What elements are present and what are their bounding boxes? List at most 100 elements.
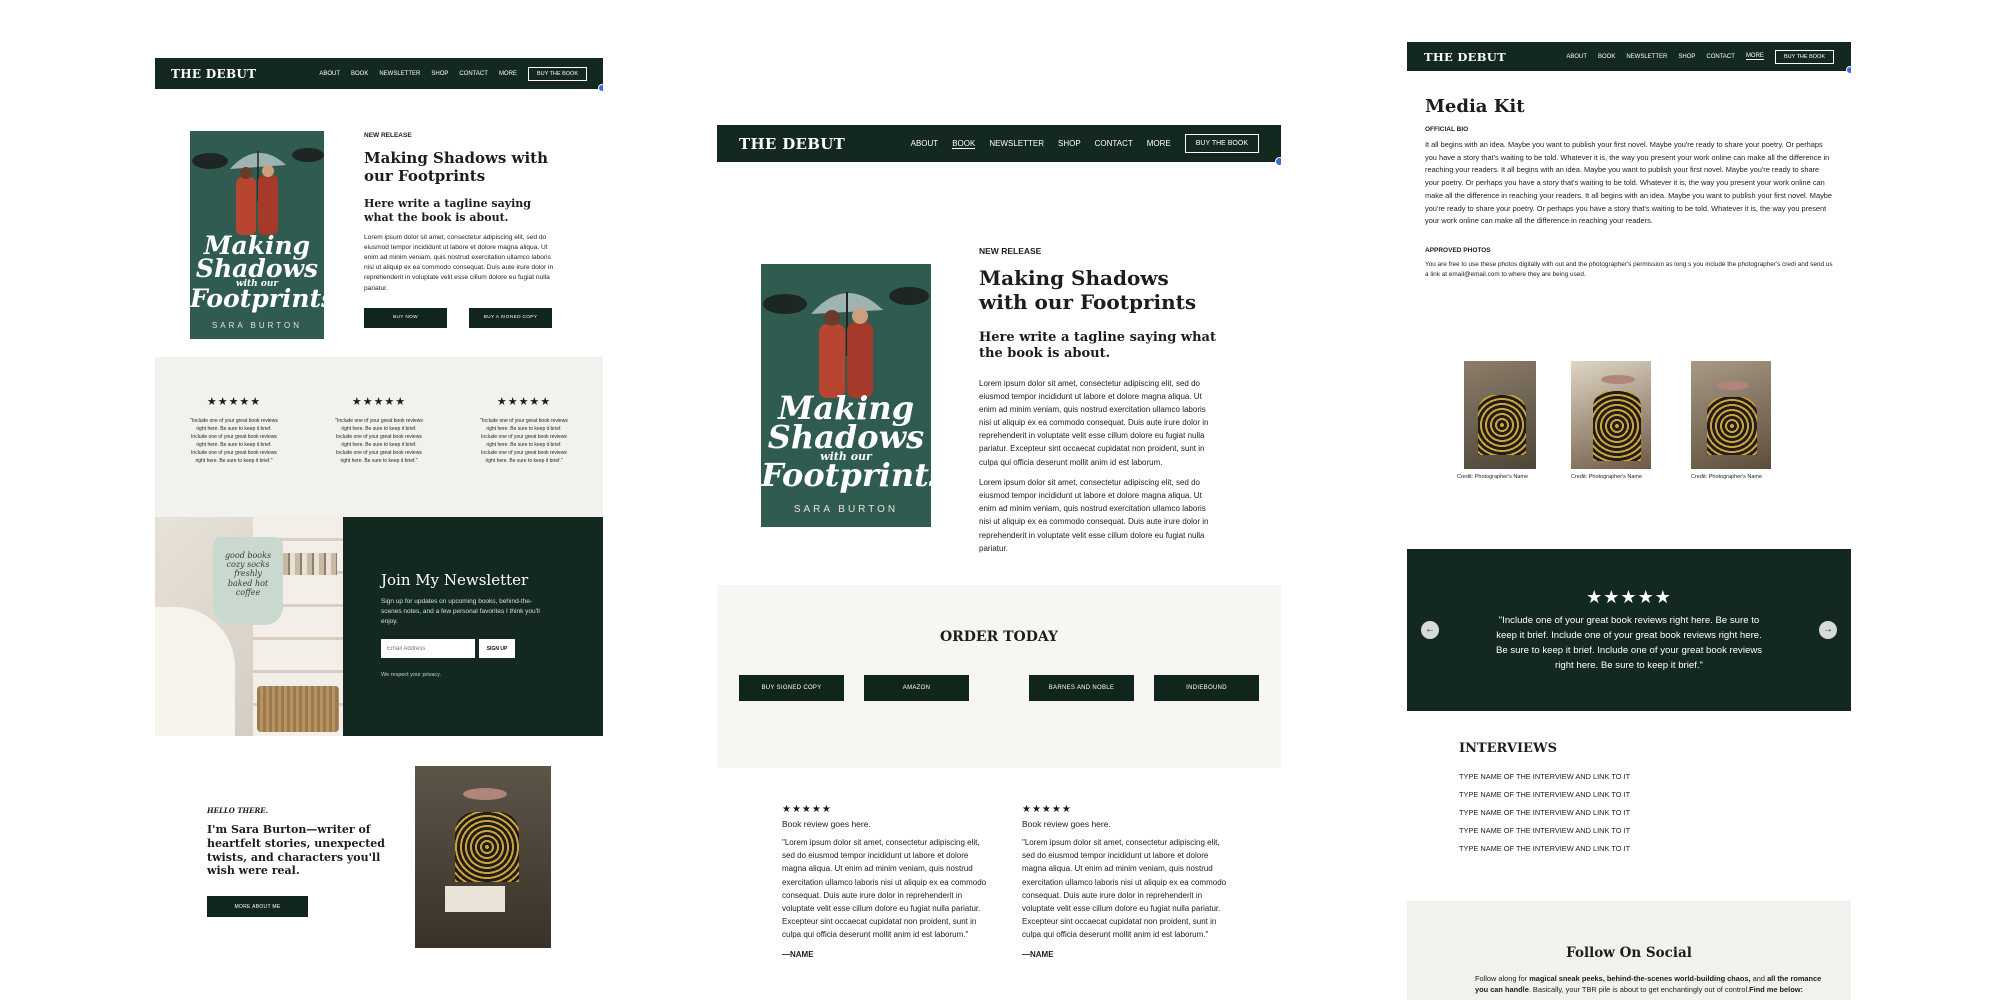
order-section: ORDER TODAY BUY SIGNED COPY AMAZON BARNE… — [717, 585, 1281, 768]
nav-contact[interactable]: CONTACT — [459, 71, 488, 77]
cover-title-line-2: Shadows — [195, 253, 319, 283]
approved-photo[interactable] — [1691, 361, 1771, 469]
cover-author: SARA BURTON — [211, 321, 303, 330]
social-text-bold-3: Find me below: — [1749, 985, 1803, 995]
sign-up-button[interactable]: SIGN UP — [479, 639, 515, 659]
order-buttons: BUY SIGNED COPY AMAZON BARNES AND NOBLE … — [717, 675, 1281, 701]
buy-signed-copy-button[interactable]: BUY A SIGNED COPY — [469, 307, 552, 328]
privacy-note: We respect your privacy. — [381, 672, 442, 679]
indiebound-button[interactable]: INDIEBOUND — [1154, 675, 1259, 701]
photo-credit: Credit: Photographer's Name — [1457, 474, 1529, 480]
book-body-1: Lorem ipsum dolor sit amet, consectetur … — [979, 378, 1209, 467]
review-text: "Include one of your great book reviews … — [335, 418, 423, 464]
book-cover-image[interactable]: Making Shadows with our Footprints SARA … — [761, 264, 931, 527]
book-hero-text: NEW RELEASE Making Shadows with our Foot… — [979, 246, 1219, 555]
hat-shape — [463, 788, 507, 800]
cover-title: Making Shadows with our Footprints — [190, 233, 324, 311]
site-logo[interactable]: THE DEBUT — [171, 67, 256, 81]
newsletter-panel: Join My Newsletter Sign up for updates o… — [343, 517, 603, 736]
newsletter-section: good books cozy socks freshly baked hot … — [155, 517, 603, 736]
rating-stars: ★★★★★ — [782, 804, 832, 815]
approved-photo-card: Credit: Photographer's Name — [1571, 361, 1691, 549]
nav-book[interactable]: BOOK — [1598, 54, 1615, 60]
nav-more[interactable]: MORE — [1147, 139, 1171, 148]
interviews-heading: INTERVIEWS — [1459, 741, 1557, 756]
home-page-preview: THE DEBUT ABOUT BOOK NEWSLETTER SHOP CON… — [155, 58, 603, 1000]
carousel-quote: "Include one of your great book reviews … — [1495, 615, 1763, 671]
nav-newsletter[interactable]: NEWSLETTER — [989, 139, 1044, 148]
approved-photo[interactable] — [1571, 361, 1651, 469]
edit-indicator-icon — [1846, 66, 1851, 74]
media-kit-intro: Media Kit OFFICIAL BIO It all begins wit… — [1407, 71, 1851, 361]
buy-the-book-button[interactable]: BUY THE BOOK — [1774, 49, 1834, 64]
official-bio: It all begins with an idea. Maybe you wa… — [1425, 140, 1832, 226]
nav-shop[interactable]: SHOP — [1058, 139, 1081, 148]
nav-shop[interactable]: SHOP — [431, 71, 448, 77]
carousel-next-icon[interactable]: → — [1819, 621, 1837, 639]
site-logo[interactable]: THE DEBUT — [739, 135, 845, 153]
more-about-me-button[interactable]: MORE ABOUT ME — [207, 896, 308, 917]
nav-book[interactable]: BOOK — [351, 71, 368, 77]
book-tagline: Here write a tagline saying what the boo… — [979, 330, 1216, 362]
nav-contact[interactable]: CONTACT — [1095, 139, 1133, 148]
email-input[interactable] — [381, 639, 475, 659]
book-navbar: THE DEBUT ABOUT BOOK NEWSLETTER SHOP CON… — [717, 125, 1281, 166]
carousel-prev-icon[interactable]: ← — [1421, 621, 1439, 639]
nav-about[interactable]: ABOUT — [319, 71, 340, 77]
hello-label: HELLO THERE. — [207, 806, 269, 815]
hero-buttons: BUY NOW BUY A SIGNED COPY — [364, 307, 560, 328]
amazon-button[interactable]: AMAZON — [864, 675, 969, 701]
book-cover-image[interactable]: Making Shadows with our Footprints SARA … — [190, 131, 324, 339]
barnes-and-noble-button[interactable]: BARNES AND NOBLE — [1029, 675, 1134, 701]
review-text: "Lorem ipsum dolor sit amet, consectetur… — [782, 838, 987, 940]
cover-author: SARA BURTON — [793, 504, 899, 515]
nav-more[interactable]: MORE — [1745, 53, 1764, 60]
site-logo[interactable]: THE DEBUT — [1424, 50, 1506, 64]
review-card: ★★★★★ "Include one of your great book re… — [334, 395, 424, 517]
home-tagline: Here write a tagline saying what the boo… — [364, 197, 531, 224]
newsletter-body: Sign up for updates on upcoming books, b… — [381, 598, 540, 626]
book-body-2: Lorem ipsum dolor sit amet, consectetur … — [979, 477, 1209, 553]
rating-stars: ★★★★★ — [351, 396, 407, 408]
nav-newsletter[interactable]: NEWSLETTER — [1626, 54, 1667, 60]
book-page-preview: THE DEBUT ABOUT BOOK NEWSLETTER SHOP CON… — [717, 125, 1281, 1000]
review-lead: Book review goes here. — [1022, 819, 1111, 829]
interview-link[interactable]: TYPE NAME OF THE INTERVIEW AND LINK TO I… — [1459, 808, 1851, 817]
review-text: "Lorem ipsum dolor sit amet, consectetur… — [1022, 838, 1227, 940]
cover-title: Making Shadows with our Footprints — [761, 392, 931, 491]
mug-text: good books cozy socks freshly baked hot … — [224, 551, 272, 597]
home-hero-text: NEW RELEASE Making Shadows with our Foot… — [364, 132, 560, 328]
social-text-bold-1: magical sneak peeks, behind-the-scenes w… — [1529, 974, 1751, 983]
buy-the-book-button[interactable]: BUY THE BOOK — [527, 66, 587, 81]
nav-book[interactable]: BOOK — [952, 139, 976, 149]
nav-about[interactable]: ABOUT — [911, 139, 939, 148]
buy-the-book-button[interactable]: BUY THE BOOK — [1184, 134, 1259, 153]
hat-shape — [1601, 375, 1635, 384]
approved-photo[interactable] — [1464, 361, 1536, 469]
nav-newsletter[interactable]: NEWSLETTER — [379, 71, 420, 77]
nav-about[interactable]: ABOUT — [1566, 54, 1587, 60]
buy-now-button[interactable]: BUY NOW — [364, 307, 447, 328]
photo-credit: Credit: Photographer's Name — [1691, 474, 1763, 480]
approved-photos-row: Credit: Photographer's Name Credit: Phot… — [1407, 361, 1851, 549]
interview-link[interactable]: TYPE NAME OF THE INTERVIEW AND LINK TO I… — [1459, 844, 1851, 853]
nav-shop[interactable]: SHOP — [1678, 54, 1695, 60]
rating-stars: ★★★★★ — [206, 396, 262, 408]
interview-link[interactable]: TYPE NAME OF THE INTERVIEW AND LINK TO I… — [1459, 790, 1851, 799]
interview-link[interactable]: TYPE NAME OF THE INTERVIEW AND LINK TO I… — [1459, 826, 1851, 835]
open-book-shape — [445, 886, 505, 912]
review-text: "Include one of your great book reviews … — [480, 418, 568, 464]
cover-title-line-2: Shadows — [767, 417, 925, 456]
social-heading: Follow On Social — [1566, 945, 1692, 961]
reviewer-name: —NAME — [1022, 949, 1054, 959]
nav-more[interactable]: MORE — [499, 71, 517, 77]
figure-shape — [1593, 391, 1641, 461]
book-reviews: ★★★★★ Book review goes here. "Lorem ipsu… — [717, 768, 1281, 959]
approved-photo-card: Credit: Photographer's Name — [1691, 361, 1811, 549]
buy-signed-copy-button[interactable]: BUY SIGNED COPY — [739, 675, 844, 701]
review-text: "Include one of your great book reviews … — [190, 418, 278, 464]
book-review-card: ★★★★★ Book review goes here. "Lorem ipsu… — [782, 804, 992, 959]
nav-contact[interactable]: CONTACT — [1706, 54, 1735, 60]
interview-link[interactable]: TYPE NAME OF THE INTERVIEW AND LINK TO I… — [1459, 772, 1851, 781]
figure-shape — [455, 812, 519, 882]
